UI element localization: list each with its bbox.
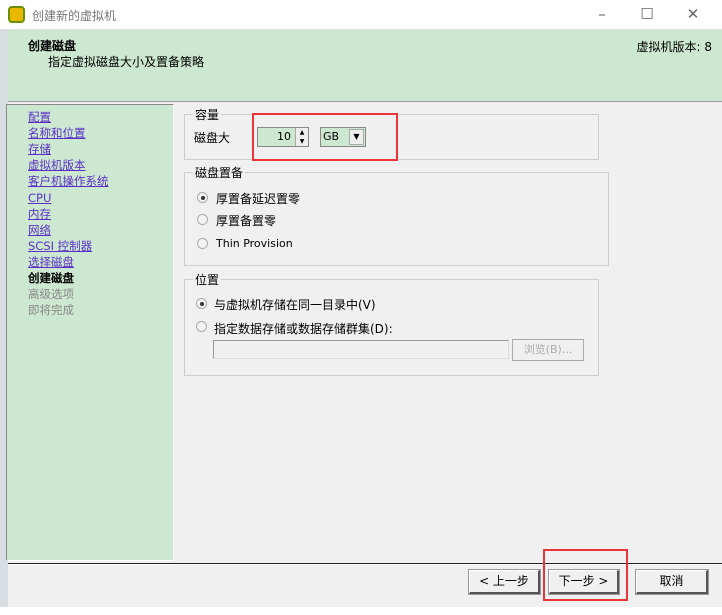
- capacity-legend: 容量: [195, 108, 220, 122]
- sidebar-item[interactable]: 客户机操作系统: [28, 173, 109, 189]
- radio-label: 与虚拟机存储在同一目录中(V): [214, 298, 376, 312]
- browse-button[interactable]: 浏览(B)...: [512, 339, 584, 361]
- cancel-button[interactable]: 取消: [635, 569, 709, 595]
- wizard-header: 创建磁盘 指定虚拟磁盘大小及置备策略 虚拟机版本: 8: [8, 30, 722, 102]
- radio-label: Thin Provision: [216, 237, 293, 250]
- sidebar-item[interactable]: SCSI 控制器: [28, 238, 92, 254]
- vsphere-app-icon: [8, 6, 25, 23]
- sidebar-item[interactable]: 选择磁盘: [28, 254, 74, 270]
- sidebar-item[interactable]: 名称和位置: [28, 125, 86, 141]
- disk-size-label: 磁盘大: [194, 131, 231, 145]
- title-bar: 创建新的虚拟机 – ☐ ✕: [0, 0, 722, 30]
- radio-datastore[interactable]: [196, 321, 207, 332]
- highlight-box: [543, 549, 628, 601]
- page-title: 创建磁盘: [28, 39, 77, 53]
- vm-version: 虚拟机版本: 8: [636, 40, 713, 54]
- radio-same-dir[interactable]: [196, 298, 207, 309]
- wizard-steps-sidebar: 配置 名称和位置 存储 虚拟机版本 客户机操作系统 CPU 内存 网络 SCSI 控制器 选择磁盘…: [6, 104, 174, 561]
- sidebar-item: 即将完成: [28, 303, 74, 318]
- radio-label: 厚置备置零: [216, 214, 277, 228]
- background-window-strip: [0, 607, 722, 615]
- close-button[interactable]: ✕: [678, 4, 708, 24]
- sidebar-item[interactable]: 配置: [28, 109, 51, 125]
- radio-thick-lazy[interactable]: [197, 192, 208, 203]
- sidebar-item: 创建磁盘: [28, 271, 74, 285]
- radio-label: 厚置备延迟置零: [216, 192, 301, 206]
- sidebar-item[interactable]: CPU: [28, 190, 51, 206]
- radio-thin[interactable]: [197, 238, 208, 249]
- minimize-button[interactable]: –: [587, 4, 617, 24]
- highlight-box: [252, 113, 398, 161]
- maximize-button[interactable]: ☐: [632, 4, 662, 24]
- sidebar-item[interactable]: 网络: [28, 222, 51, 238]
- radio-thick-eager[interactable]: [197, 214, 208, 225]
- sidebar-item: 高级选项: [28, 287, 74, 302]
- window-title: 创建新的虚拟机: [32, 9, 117, 23]
- sidebar-item[interactable]: 内存: [28, 206, 51, 222]
- sidebar-item[interactable]: 存储: [28, 141, 51, 157]
- sidebar-item[interactable]: 虚拟机版本: [28, 157, 86, 173]
- location-legend: 位置: [195, 273, 220, 287]
- back-button[interactable]: < 上一步: [468, 569, 541, 595]
- provisioning-legend: 磁盘置备: [195, 166, 244, 180]
- radio-label: 指定数据存储或数据存储群集(D):: [214, 322, 393, 336]
- datastore-path-input[interactable]: [213, 340, 509, 359]
- page-subtitle: 指定虚拟磁盘大小及置备策略: [48, 55, 205, 69]
